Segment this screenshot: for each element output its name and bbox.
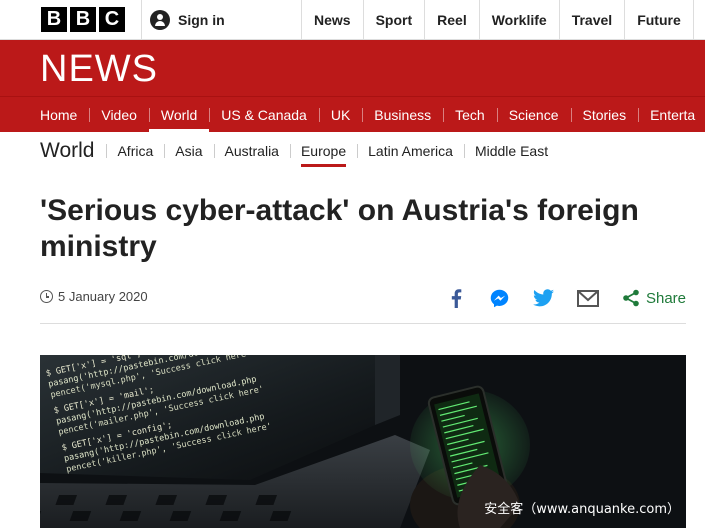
subnav-europe[interactable]: Europe (289, 133, 357, 169)
article-date: 5 January 2020 (40, 289, 148, 304)
share-label: Share (645, 289, 686, 307)
top-navigation: News Sport Reel Worklife Travel Future M… (301, 0, 705, 40)
sign-in-label: Sign in (178, 12, 225, 28)
nav-stories[interactable]: Stories (570, 97, 639, 132)
top-nav-sport[interactable]: Sport (362, 0, 425, 40)
article-headline: 'Serious cyber-attack' on Austria's fore… (40, 194, 639, 263)
share-icon (623, 289, 639, 307)
sign-in-button[interactable]: Sign in (141, 0, 225, 40)
news-banner: NEWS (0, 40, 705, 96)
section-navigation: World Africa Asia Australia Europe Latin… (40, 133, 559, 169)
top-bar: B B C Sign in News Sport Reel Worklife T… (0, 0, 705, 40)
watermark-text: 安全客（www.anquanke.com） (484, 502, 680, 517)
bbc-logo-letter: B (41, 7, 67, 32)
twitter-share-button[interactable] (532, 286, 556, 310)
date-text: 5 January 2020 (58, 289, 148, 304)
subnav-asia[interactable]: Asia (164, 133, 213, 169)
hero-image: $ GET['x'] = 'sql'; pasang('http://paste… (40, 355, 686, 528)
top-nav-worklife[interactable]: Worklife (478, 0, 559, 40)
nav-tech[interactable]: Tech (443, 97, 497, 132)
news-logo[interactable]: NEWS (40, 50, 158, 88)
nav-home[interactable]: Home (28, 97, 89, 132)
email-icon (576, 289, 599, 307)
nav-world[interactable]: World (148, 97, 210, 133)
clock-icon (40, 290, 53, 303)
bbc-logo-letter: B (70, 7, 96, 32)
subnav-africa[interactable]: Africa (106, 133, 164, 169)
subnav-middle-east[interactable]: Middle East (463, 133, 559, 169)
nav-video[interactable]: Video (89, 97, 149, 132)
nav-uk[interactable]: UK (318, 97, 362, 132)
nav-business[interactable]: Business (362, 97, 443, 132)
nav-entertainment[interactable]: Enterta (638, 97, 705, 132)
top-nav-more[interactable]: Mo (692, 0, 705, 40)
facebook-icon (451, 288, 462, 308)
top-nav-reel[interactable]: Reel (424, 0, 479, 40)
share-tools: Share (424, 286, 686, 310)
top-nav-travel[interactable]: Travel (558, 0, 624, 40)
messenger-share-button[interactable] (488, 286, 512, 310)
top-nav-news[interactable]: News (301, 0, 363, 40)
user-icon (150, 10, 170, 30)
nav-us-canada[interactable]: US & Canada (209, 97, 319, 132)
email-share-button[interactable] (576, 286, 600, 310)
section-title[interactable]: World (40, 139, 106, 163)
main-navigation: Home Video World US & Canada UK Business… (0, 96, 705, 133)
nav-science[interactable]: Science (496, 97, 571, 132)
facebook-share-button[interactable] (444, 286, 468, 310)
bbc-logo[interactable]: B B C (41, 7, 125, 32)
messenger-icon (491, 289, 509, 307)
article-meta: 5 January 2020 Share (40, 286, 686, 324)
subnav-australia[interactable]: Australia (213, 133, 290, 169)
bbc-logo-letter: C (99, 7, 125, 32)
top-nav-future[interactable]: Future (624, 0, 693, 40)
subnav-latin-america[interactable]: Latin America (357, 133, 464, 169)
twitter-icon (533, 289, 555, 307)
share-button[interactable]: Share (622, 289, 686, 307)
